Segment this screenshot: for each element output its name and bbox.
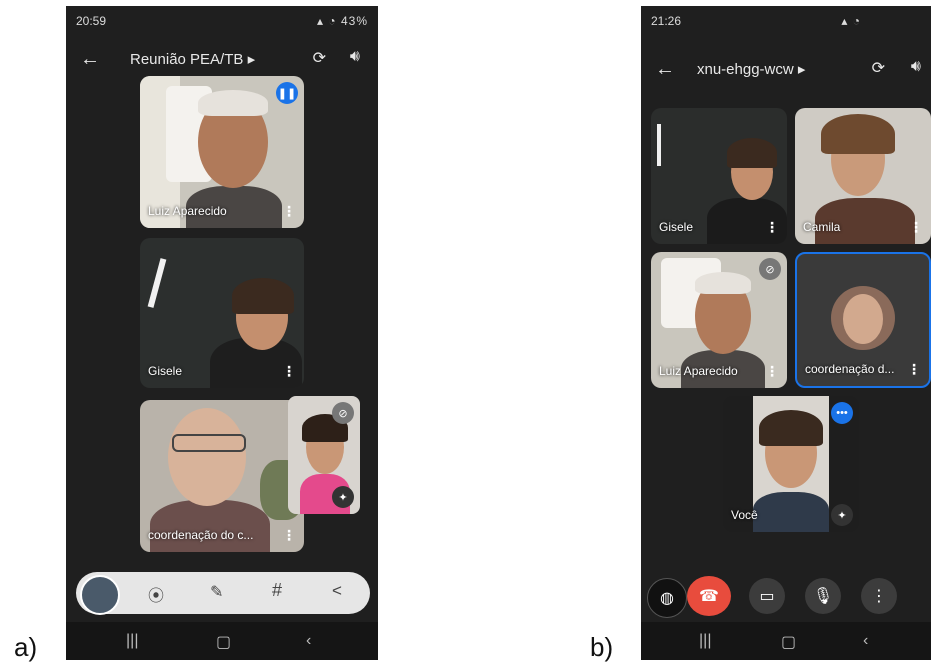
mic-off-icon: ⊘ xyxy=(759,258,781,280)
participant-tile-coordenacao[interactable]: coordenação d... ⋮ xyxy=(795,252,931,388)
participant-name: Você xyxy=(731,508,758,522)
screenshot-toolbar: ⦿ ✎ # < xyxy=(76,572,370,615)
glasses xyxy=(172,434,246,452)
floating-bubble-icon[interactable]: ◍ xyxy=(647,578,687,618)
participant-name: Gisele xyxy=(148,364,183,378)
participant-tile-gisele[interactable]: Gisele ⋮ xyxy=(651,108,787,244)
participant-tile-luiz[interactable]: ❚❚ Luiz Aparecido ⋮ xyxy=(140,76,304,228)
camera-toggle-button[interactable]: ▭ xyxy=(749,578,785,614)
more-options-icon[interactable]: ⋮ xyxy=(765,363,779,380)
more-options-icon[interactable]: ⋮ xyxy=(909,219,923,236)
back-arrow-icon[interactable]: ← xyxy=(80,48,100,71)
edit-icon[interactable]: ✎ xyxy=(210,582,223,602)
ceiling-light xyxy=(657,124,661,166)
share-icon[interactable]: < xyxy=(332,581,342,601)
meeting-title[interactable]: xnu-ehgg-wcw ▸ xyxy=(697,60,805,78)
more-options-button[interactable]: ⋮ xyxy=(861,578,897,614)
participant-name: Luiz Aparecido xyxy=(148,204,227,218)
mic-off-icon: ⊘ xyxy=(332,402,354,424)
screenshot-thumbnail[interactable] xyxy=(80,575,120,615)
switch-camera-icon[interactable]: ⟳ xyxy=(313,48,326,68)
participant-name: Luiz Aparecido xyxy=(659,364,738,378)
system-nav-bar: ||| ▢ ‹ xyxy=(641,622,931,660)
effects-icon[interactable]: ✦ xyxy=(332,486,354,508)
phone-screenshot-b: 21:26 ▴ ◔ ← xnu-ehgg-wcw ▸ ⟳ 🔊︎ Gisele ⋮… xyxy=(641,6,931,660)
more-options-icon[interactable]: ⋮ xyxy=(282,363,296,380)
caret-right-icon: ▸ xyxy=(797,61,806,78)
switch-camera-icon[interactable]: ⟳ xyxy=(872,58,885,78)
participant-name: coordenação do c... xyxy=(148,528,254,542)
back-nav-icon[interactable]: ‹ xyxy=(863,632,868,650)
effects-icon[interactable]: ✦ xyxy=(831,504,853,526)
battery-percent: 43% xyxy=(340,14,368,28)
signal-icon: ▴ ◔ xyxy=(841,14,861,28)
back-arrow-icon[interactable]: ← xyxy=(655,58,675,81)
more-options-icon[interactable]: ⋮ xyxy=(282,203,296,220)
ceiling-light xyxy=(147,258,167,308)
end-call-button[interactable]: ☎ xyxy=(687,576,731,616)
figure-label-b: b) xyxy=(590,632,614,662)
participant-face xyxy=(168,408,246,506)
speaking-indicator-icon: ❚❚ xyxy=(276,82,298,104)
home-icon[interactable]: ▢ xyxy=(216,632,231,652)
recents-icon[interactable]: ||| xyxy=(126,632,138,650)
microphone-button[interactable]: 🎙︎ xyxy=(805,578,841,614)
status-time: 20:59 xyxy=(76,14,107,28)
status-bar: 21:26 ▴ ◔ xyxy=(641,6,931,34)
self-view-tile[interactable]: ⊘ ✦ xyxy=(288,396,360,514)
meeting-title[interactable]: Reunião PEA/TB ▸ xyxy=(130,50,255,68)
figure-label-a: a) xyxy=(14,632,38,662)
more-options-icon[interactable]: ⋮ xyxy=(907,361,921,378)
participant-tile-coordenacao[interactable]: coordenação do c... ⋮ xyxy=(140,400,304,552)
status-time: 21:26 xyxy=(651,14,682,28)
more-options-icon[interactable]: ⋮ xyxy=(765,219,779,236)
speaking-indicator-icon: ••• xyxy=(831,402,853,424)
speaker-icon[interactable]: 🔊︎ xyxy=(350,48,360,66)
home-icon[interactable]: ▢ xyxy=(781,632,796,652)
participant-name: coordenação d... xyxy=(805,362,895,376)
speaker-icon[interactable]: 🔊︎ xyxy=(911,58,921,76)
signal-icon: ▴ ◔ xyxy=(317,14,337,28)
meeting-top-bar: ← xnu-ehgg-wcw ▸ ⟳ 🔊︎ xyxy=(641,52,931,88)
self-view-tile[interactable]: ••• ✦ Você xyxy=(723,396,859,532)
participant-tile-luiz[interactable]: ⊘ Luiz Aparecido ⋮ xyxy=(651,252,787,388)
hash-icon[interactable]: # xyxy=(272,580,282,601)
caret-right-icon: ▸ xyxy=(247,51,256,68)
system-nav-bar: ||| ▢ ‹ xyxy=(66,622,378,660)
meeting-top-bar: ← Reunião PEA/TB ▸ ⟳ 🔊︎ xyxy=(66,42,378,78)
more-options-icon[interactable]: ⋮ xyxy=(282,527,296,544)
screenshot-icon[interactable]: ⦿ xyxy=(148,582,164,606)
participant-name: Camila xyxy=(803,220,841,234)
participant-tile-gisele[interactable]: Gisele ⋮ xyxy=(140,238,304,388)
back-nav-icon[interactable]: ‹ xyxy=(306,632,311,650)
status-bar: 20:59 ▴ ◔ 43% xyxy=(66,6,378,34)
recents-icon[interactable]: ||| xyxy=(699,632,711,650)
participant-name: Gisele xyxy=(659,220,694,234)
participant-tile-camila[interactable]: Camila ⋮ xyxy=(795,108,931,244)
phone-screenshot-a: 20:59 ▴ ◔ 43% ← Reunião PEA/TB ▸ ⟳ 🔊︎ ❚❚… xyxy=(66,6,378,660)
